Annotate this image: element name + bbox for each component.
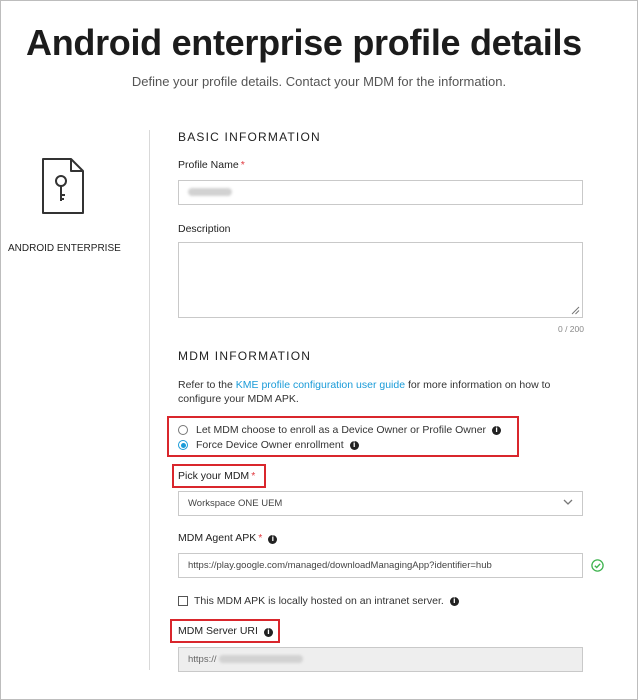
required-mark: * xyxy=(240,159,245,171)
mdm-select-value: Workspace ONE UEM xyxy=(188,498,283,509)
redacted-value xyxy=(188,188,232,197)
description-label: Description xyxy=(178,223,231,235)
kme-guide-link[interactable]: KME profile configuration user guide xyxy=(236,379,405,391)
highlight-box-server-uri xyxy=(170,619,280,643)
redacted-value xyxy=(218,655,303,664)
page-title: Android enterprise profile details xyxy=(26,22,582,63)
required-mark: * xyxy=(258,532,263,544)
profile-type-label: ANDROID ENTERPRISE xyxy=(8,243,121,254)
intranet-checkbox-row[interactable]: This MDM APK is locally hosted on an int… xyxy=(178,595,459,607)
valid-check-icon xyxy=(591,559,604,572)
mdm-select[interactable]: Workspace ONE UEM xyxy=(178,491,583,516)
server-uri-input: https:// xyxy=(178,647,583,672)
mdm-info-heading: MDM INFORMATION xyxy=(178,349,312,363)
server-uri-prefix: https:// xyxy=(188,654,217,665)
description-textarea[interactable] xyxy=(178,242,583,318)
info-icon[interactable]: i xyxy=(268,535,278,544)
profile-type-panel: ANDROID ENTERPRISE xyxy=(0,130,150,670)
info-icon[interactable]: i xyxy=(449,596,459,606)
chevron-down-icon xyxy=(563,499,573,505)
basic-info-heading: BASIC INFORMATION xyxy=(178,130,321,144)
profile-name-input[interactable] xyxy=(178,180,583,205)
page-subtitle: Define your profile details. Contact you… xyxy=(131,74,507,89)
highlight-box-enrollment xyxy=(167,416,519,457)
intranet-checkbox[interactable] xyxy=(178,596,188,606)
profile-name-label-text: Profile Name xyxy=(178,159,239,171)
agent-apk-input[interactable]: https://play.google.com/managed/download… xyxy=(178,553,583,578)
help-prefix: Refer to the xyxy=(178,379,236,391)
agent-apk-label-text: MDM Agent APK xyxy=(178,532,257,544)
mdm-help-text: Refer to the KME profile configuration u… xyxy=(178,378,578,406)
profile-name-label: Profile Name * xyxy=(178,159,245,171)
agent-apk-label: MDM Agent APK * i xyxy=(178,532,278,544)
intranet-checkbox-label: This MDM APK is locally hosted on an int… xyxy=(194,595,444,607)
highlight-box-pick-mdm xyxy=(172,464,266,488)
resize-grip-icon[interactable] xyxy=(571,306,580,315)
key-file-icon xyxy=(42,158,84,214)
description-counter: 0 / 200 xyxy=(558,324,584,334)
